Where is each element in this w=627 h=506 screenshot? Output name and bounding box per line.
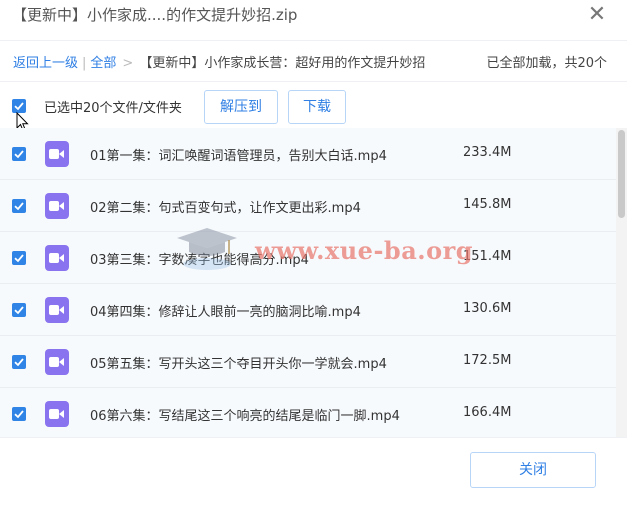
video-file-icon [45,297,69,323]
file-size: 233.4M [463,145,512,160]
file-size: 172.5M [463,353,512,368]
row-checkbox[interactable] [12,407,26,421]
file-row[interactable]: 04第四集：修辞让人眼前一亮的脑洞比喻.mp4 130.6M [0,284,616,336]
back-link[interactable]: 返回上一级 [13,56,78,71]
file-row[interactable]: 01第一集：词汇唤醒词语管理员，告别大白话.mp4 233.4M [0,128,616,180]
breadcrumb-current: 【更新中】小作家成长营：超好用的作文提升妙招 [139,56,426,71]
extract-button[interactable]: 解压到 [204,90,278,124]
file-name: 06第六集：写结尾这三个响亮的结尾是临门一脚.mp4 [90,409,400,424]
file-size: 151.4M [463,249,512,264]
selected-count: 已选中20个文件/文件夹 [44,101,182,116]
breadcrumb-separator: > [122,56,134,71]
breadcrumb-divider: | [82,56,87,71]
close-icon[interactable]: ✕ [584,2,610,28]
video-file-icon [45,141,69,167]
file-name: 02第二集：句式百变句式，让作文更出彩.mp4 [90,201,361,216]
breadcrumb: 返回上一级 | 全部 > 【更新中】小作家成长营：超好用的作文提升妙招 [13,52,425,71]
file-row[interactable]: 03第三集：字数凑字也能得高分.mp4 151.4M [0,232,616,284]
all-link[interactable]: 全部 [90,56,116,71]
download-button[interactable]: 下载 [288,90,346,124]
row-checkbox[interactable] [12,355,26,369]
file-size: 145.8M [463,197,512,212]
video-file-icon [45,193,69,219]
file-size: 166.4M [463,405,512,420]
file-name: 01第一集：词汇唤醒词语管理员，告别大白话.mp4 [90,149,387,164]
window-title: 【更新中】小作家成....的作文提升妙招.zip [12,6,298,24]
row-checkbox[interactable] [12,147,26,161]
row-checkbox[interactable] [12,199,26,213]
video-file-icon [45,401,69,427]
row-checkbox[interactable] [12,251,26,265]
scrollbar-thumb[interactable] [618,130,625,218]
file-row[interactable]: 06第六集：写结尾这三个响亮的结尾是临门一脚.mp4 166.4M [0,388,616,437]
breadcrumb-bar: 返回上一级 | 全部 > 【更新中】小作家成长营：超好用的作文提升妙招 已全部加载，共2… [0,40,627,82]
title-bar: 【更新中】小作家成....的作文提升妙招.zip ✕ [0,0,627,32]
file-name: 03第三集：字数凑字也能得高分.mp4 [90,253,309,268]
file-size: 130.6M [463,301,512,316]
close-button[interactable]: 关闭 [470,452,596,488]
video-file-icon [45,349,69,375]
action-bar: 已选中20个文件/文件夹 解压到 下载 [0,84,627,126]
file-row[interactable]: 02第二集：句式百变句式，让作文更出彩.mp4 145.8M [0,180,616,232]
select-all-checkbox[interactable] [12,99,26,113]
file-row[interactable]: 05第五集：写开头这三个夺目开头你一学就会.mp4 172.5M [0,336,616,388]
file-name: 05第五集：写开头这三个夺目开头你一学就会.mp4 [90,357,387,372]
file-list: 01第一集：词汇唤醒词语管理员，告别大白话.mp4 233.4M 02第二集：句… [0,128,616,437]
file-name: 04第四集：修辞让人眼前一亮的脑洞比喻.mp4 [90,305,361,320]
video-file-icon [45,245,69,271]
row-checkbox[interactable] [12,303,26,317]
footer: 关闭 [0,437,627,506]
loaded-status: 已全部加载，共20个 [486,56,607,71]
